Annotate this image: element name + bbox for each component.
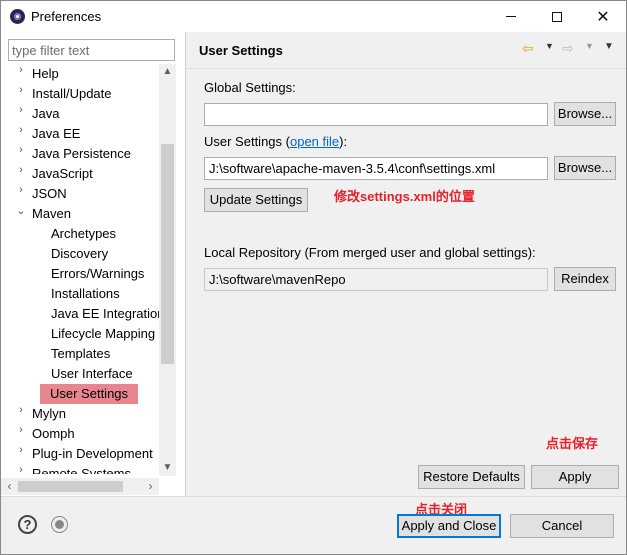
tree-item-errors-warnings[interactable]: Errors/Warnings: [51, 264, 144, 284]
tree-chevron-icon[interactable]: ⌄: [16, 204, 26, 224]
tree-item-lifecycle-mapping[interactable]: Lifecycle Mapping: [51, 324, 155, 344]
tree-chevron-icon[interactable]: ›: [16, 164, 26, 184]
tree-item-mylyn[interactable]: Mylyn: [32, 404, 66, 424]
tree-item-java[interactable]: Java: [32, 104, 59, 124]
scroll-left-icon[interactable]: ‹: [1, 478, 18, 495]
close-button[interactable]: ✕: [580, 1, 626, 32]
back-dropdown-icon[interactable]: ▼: [545, 41, 554, 51]
page-title: User Settings: [199, 43, 283, 58]
tree-item-java-ee-integration[interactable]: Java EE Integration: [51, 304, 159, 324]
tree-item-remote-systems[interactable]: Remote Systems: [32, 464, 131, 474]
tree-chevron-icon[interactable]: ›: [16, 444, 26, 464]
page-header: User Settings ⇦ ▼ ⇨ ▼ ▼: [186, 32, 626, 68]
filter-input[interactable]: [8, 39, 175, 61]
scroll-right-icon[interactable]: ›: [142, 478, 159, 495]
footer-divider: [1, 496, 626, 497]
maximize-icon: [552, 11, 562, 22]
scrollbar-thumb[interactable]: [161, 144, 174, 364]
tree-chevron-icon[interactable]: ›: [16, 404, 26, 424]
help-icon[interactable]: ?: [18, 515, 37, 534]
reindex-button[interactable]: Reindex: [554, 267, 616, 291]
window-title: Preferences: [31, 9, 102, 24]
tree-chevron-icon[interactable]: ›: [16, 424, 26, 444]
tree-item-javascript[interactable]: JavaScript: [32, 164, 93, 184]
close-icon: ✕: [596, 8, 610, 26]
annotation-modify-location: 修改settings.xml的位置: [334, 189, 475, 204]
user-settings-field[interactable]: J:\software\apache-maven-3.5.4\conf\sett…: [204, 157, 548, 180]
global-browse-button[interactable]: Browse...: [554, 102, 616, 126]
tree-chevron-icon[interactable]: ›: [16, 144, 26, 164]
tree-chevron-icon[interactable]: ›: [16, 104, 26, 124]
user-browse-button[interactable]: Browse...: [554, 156, 616, 180]
forward-dropdown-icon[interactable]: ▼: [585, 41, 594, 51]
tree-item-install-update[interactable]: Install/Update: [32, 84, 112, 104]
tree-horizontal-scrollbar[interactable]: ‹ ›: [1, 478, 159, 495]
global-settings-label: Global Settings:: [204, 80, 296, 95]
tree-item-java-ee[interactable]: Java EE: [32, 124, 80, 144]
preferences-window: Preferences ✕ ›Help›Install/Update›Java›…: [0, 0, 627, 555]
update-settings-button[interactable]: Update Settings: [204, 188, 308, 212]
cancel-button[interactable]: Cancel: [510, 514, 614, 538]
tree-item-user-settings[interactable]: User Settings: [40, 384, 139, 404]
global-settings-field[interactable]: [204, 103, 548, 126]
tree-chevron-icon[interactable]: ›: [16, 84, 26, 104]
tree-chevron-icon[interactable]: ›: [16, 64, 26, 84]
tree-item-templates[interactable]: Templates: [51, 344, 110, 364]
tree-item-installations[interactable]: Installations: [51, 284, 120, 304]
scroll-down-icon[interactable]: ▼: [159, 460, 176, 476]
tree-item-json[interactable]: JSON: [32, 184, 67, 204]
settings-page: User Settings ⇦ ▼ ⇨ ▼ ▼ Global Settings:…: [186, 32, 626, 496]
minimize-button[interactable]: [488, 1, 534, 32]
scrollbar-thumb[interactable]: [18, 481, 123, 492]
user-settings-label: User Settings (open file):: [204, 134, 347, 149]
minimize-icon: [506, 16, 516, 17]
tree-item-oomph[interactable]: Oomph: [32, 424, 75, 444]
title-bar: Preferences ✕: [1, 1, 626, 32]
user-settings-label-text: User Settings (: [204, 134, 290, 149]
tree-chevron-icon[interactable]: ›: [16, 184, 26, 204]
tree-item-maven[interactable]: Maven: [32, 204, 71, 224]
user-settings-label-end: ):: [339, 134, 348, 149]
maximize-button[interactable]: [534, 1, 580, 32]
tree-chevron-icon[interactable]: ›: [16, 464, 26, 474]
tree-chevron-icon[interactable]: ›: [16, 124, 26, 144]
tree-item-user-interface[interactable]: User Interface: [51, 364, 133, 384]
forward-arrow-icon[interactable]: ⇨: [562, 40, 574, 57]
tree-item-help[interactable]: Help: [32, 64, 59, 84]
header-divider: [186, 68, 626, 69]
eclipse-icon: [10, 9, 25, 24]
tree-item-archetypes[interactable]: Archetypes: [51, 224, 116, 244]
open-file-link[interactable]: open file: [290, 134, 339, 149]
apply-button[interactable]: Apply: [531, 465, 619, 489]
scroll-up-icon[interactable]: ▲: [159, 64, 176, 80]
tree-item-plug-in-development[interactable]: Plug-in Development: [32, 444, 153, 464]
tree-vertical-scrollbar[interactable]: ▲ ▼: [159, 64, 176, 476]
tree-item-discovery[interactable]: Discovery: [51, 244, 108, 264]
local-repository-field[interactable]: J:\software\mavenRepo: [204, 268, 548, 291]
annotation-click-save: 点击保存: [546, 436, 599, 451]
local-repository-label: Local Repository (From merged user and g…: [204, 245, 536, 260]
preferences-tree-panel: › Help › Install/Update › Java › Java EE › Java P…: [1, 32, 185, 496]
tree-item-java-persistence[interactable]: Java Persistence: [32, 144, 131, 164]
preferences-tree: › Help › Install/Update › Java › Java EE › Java P…: [1, 64, 159, 474]
import-export-icon[interactable]: [51, 516, 68, 533]
restore-defaults-button[interactable]: Restore Defaults: [418, 465, 525, 489]
apply-and-close-button[interactable]: Apply and Close: [397, 514, 501, 538]
view-menu-icon[interactable]: ▼: [604, 41, 614, 52]
back-arrow-icon[interactable]: ⇦: [522, 40, 534, 57]
